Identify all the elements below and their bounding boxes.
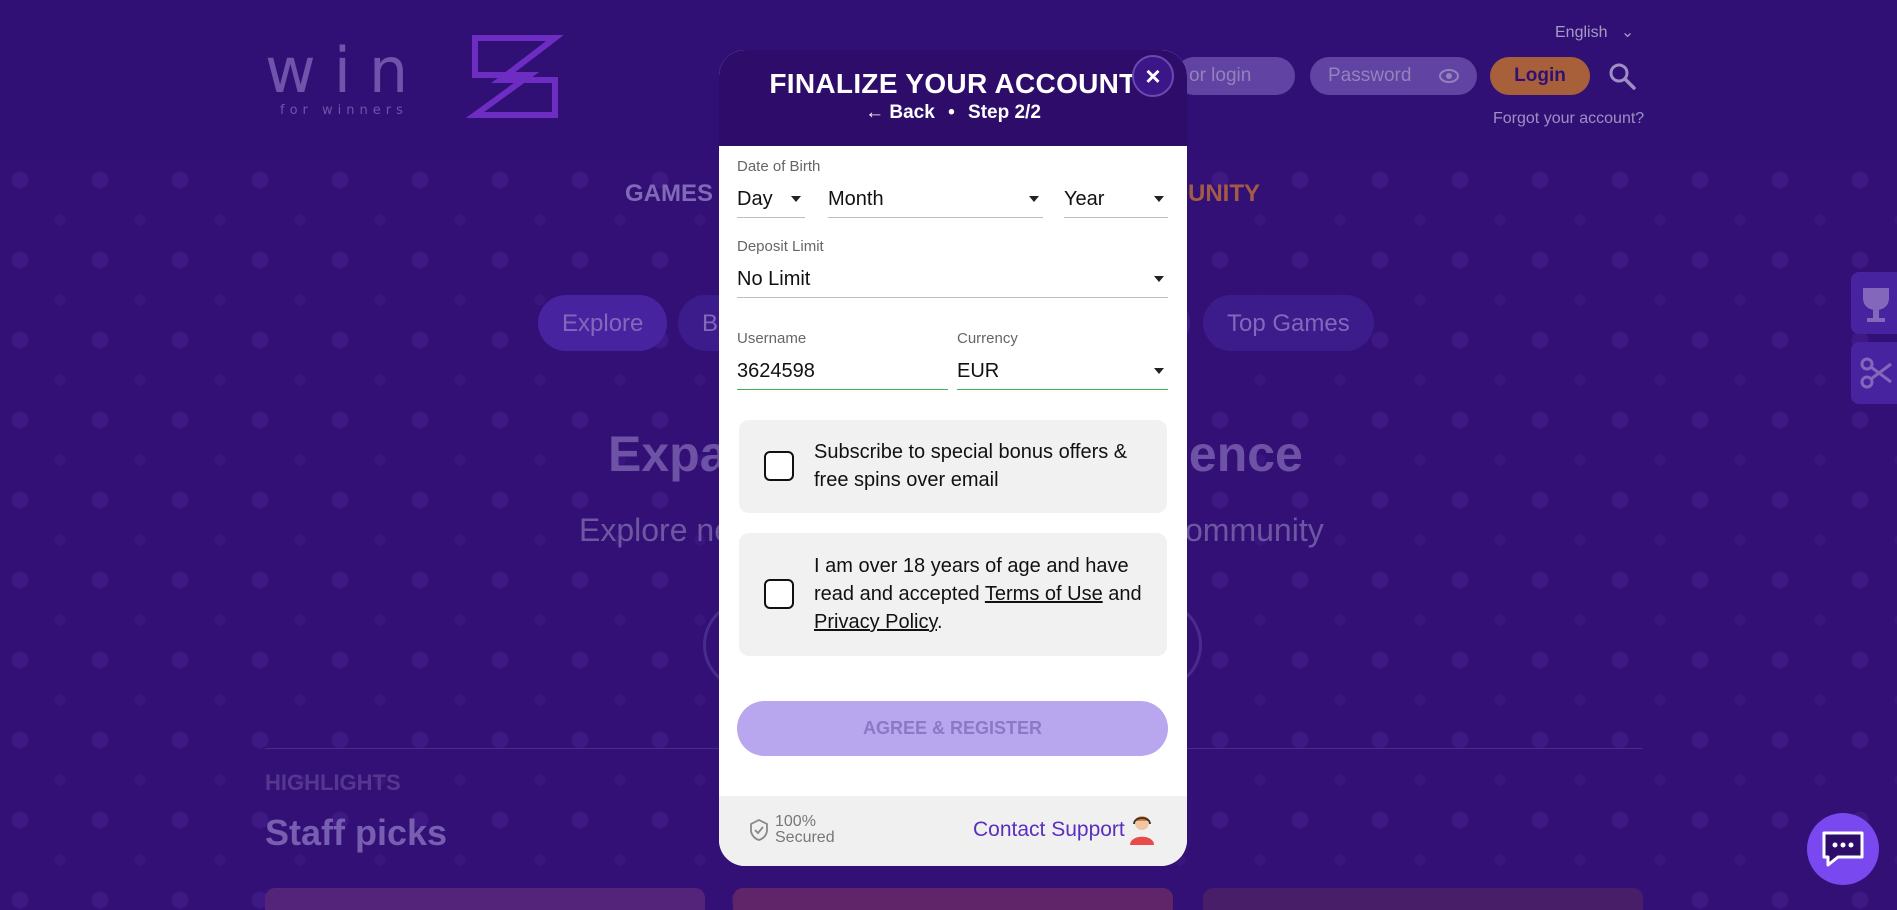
age-terms-text: I am over 18 years of age and have read … (814, 552, 1147, 636)
secured-label: Secured (775, 829, 835, 846)
agree-register-button[interactable]: AGREE & REGISTER (737, 701, 1168, 756)
terms-of-use-link[interactable]: Terms of Use (985, 583, 1103, 605)
privacy-policy-link[interactable]: Privacy Policy (814, 611, 937, 633)
chat-bubble-icon (1822, 831, 1864, 867)
separator-dot: • (948, 102, 955, 123)
modal-footer: 100% Secured Contact Support (719, 796, 1187, 866)
deposit-limit-select[interactable]: No Limit (737, 264, 1168, 298)
age-terms-option[interactable]: I am over 18 years of age and have read … (739, 533, 1167, 656)
currency-select[interactable]: EUR (957, 356, 1168, 390)
currency-label: Currency (957, 330, 1018, 347)
caret-down-icon (1154, 276, 1164, 282)
currency-value: EUR (957, 360, 1000, 382)
deposit-limit-value: No Limit (737, 268, 811, 290)
age-terms-checkbox[interactable] (764, 579, 794, 609)
username-label: Username (737, 330, 807, 347)
subscribe-option[interactable]: Subscribe to special bonus offers & free… (739, 420, 1167, 513)
dob-day-select[interactable]: Day (737, 184, 805, 218)
support-agent-icon[interactable] (1127, 812, 1157, 846)
subscribe-text: Subscribe to special bonus offers & free… (814, 441, 1128, 491)
age-text-part3: . (937, 611, 943, 633)
close-modal-button[interactable]: × (1132, 55, 1174, 97)
back-label: Back (889, 102, 935, 123)
age-text-part2: and (1102, 583, 1142, 605)
caret-down-icon (1154, 368, 1164, 374)
modal-step-nav: ← Back • Step 2/2 (719, 102, 1187, 124)
finalize-account-modal: FINALIZE YOUR ACCOUNT ← Back • Step 2/2 … (719, 50, 1187, 866)
modal-header: FINALIZE YOUR ACCOUNT ← Back • Step 2/2 (719, 50, 1187, 146)
dob-label: Date of Birth (737, 158, 821, 175)
dob-year-value: Year (1064, 188, 1105, 210)
shield-check-icon (750, 818, 768, 841)
modal-title: FINALIZE YOUR ACCOUNT (769, 68, 1137, 99)
step-indicator: Step 2/2 (968, 102, 1041, 123)
dob-year-select[interactable]: Year (1064, 184, 1168, 218)
secured-badge: 100% Secured (749, 814, 835, 846)
contact-support-link[interactable]: Contact Support (973, 818, 1125, 842)
dob-month-select[interactable]: Month (828, 184, 1043, 218)
back-button[interactable]: ← Back (865, 102, 940, 123)
chat-button[interactable] (1807, 813, 1879, 885)
arrow-left-icon: ← (865, 102, 885, 123)
subscribe-checkbox[interactable] (764, 451, 794, 481)
secured-percent: 100% (775, 813, 816, 830)
caret-down-icon (1154, 196, 1164, 202)
deposit-limit-label: Deposit Limit (737, 238, 824, 255)
username-input[interactable]: 3624598 (737, 356, 948, 390)
dob-month-value: Month (828, 188, 884, 210)
dob-day-value: Day (737, 188, 773, 210)
username-value: 3624598 (737, 360, 815, 382)
caret-down-icon (1029, 196, 1039, 202)
caret-down-icon (791, 196, 801, 202)
